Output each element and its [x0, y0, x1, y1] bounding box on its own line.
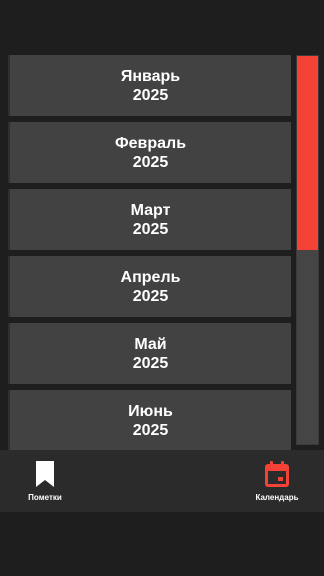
- month-item-january[interactable]: Январь 2025: [8, 55, 291, 116]
- month-name: Март: [130, 201, 171, 219]
- month-year: 2025: [132, 287, 169, 305]
- month-name: Июнь: [128, 402, 173, 420]
- month-year: 2025: [132, 153, 169, 171]
- scrollbar-track[interactable]: [296, 55, 319, 445]
- month-name: Апрель: [120, 268, 181, 286]
- app-screen: Январь 2025 Февраль 2025 Март 2025 Апрел…: [0, 0, 324, 576]
- month-item-june[interactable]: Июнь 2025: [8, 390, 291, 450]
- nav-tab-calendar[interactable]: Календарь: [246, 450, 308, 512]
- month-name: Январь: [120, 67, 181, 85]
- calendar-icon: [265, 461, 289, 487]
- month-year: 2025: [132, 220, 169, 238]
- month-item-may[interactable]: Май 2025: [8, 323, 291, 384]
- bookmark-icon: [36, 461, 54, 487]
- month-year: 2025: [132, 421, 169, 439]
- bottom-navigation: Пометки Календарь: [0, 450, 324, 512]
- month-name: Февраль: [114, 134, 187, 152]
- month-list[interactable]: Январь 2025 Февраль 2025 Март 2025 Апрел…: [8, 55, 291, 450]
- month-item-march[interactable]: Март 2025: [8, 189, 291, 250]
- nav-label-calendar: Календарь: [255, 493, 299, 502]
- month-item-april[interactable]: Апрель 2025: [8, 256, 291, 317]
- scrollbar-thumb[interactable]: [297, 56, 318, 250]
- nav-label-notes: Пометки: [28, 493, 62, 502]
- month-name: Май: [134, 335, 167, 353]
- nav-tab-notes[interactable]: Пометки: [14, 450, 76, 512]
- month-year: 2025: [132, 354, 169, 372]
- month-year: 2025: [132, 86, 169, 104]
- month-item-february[interactable]: Февраль 2025: [8, 122, 291, 183]
